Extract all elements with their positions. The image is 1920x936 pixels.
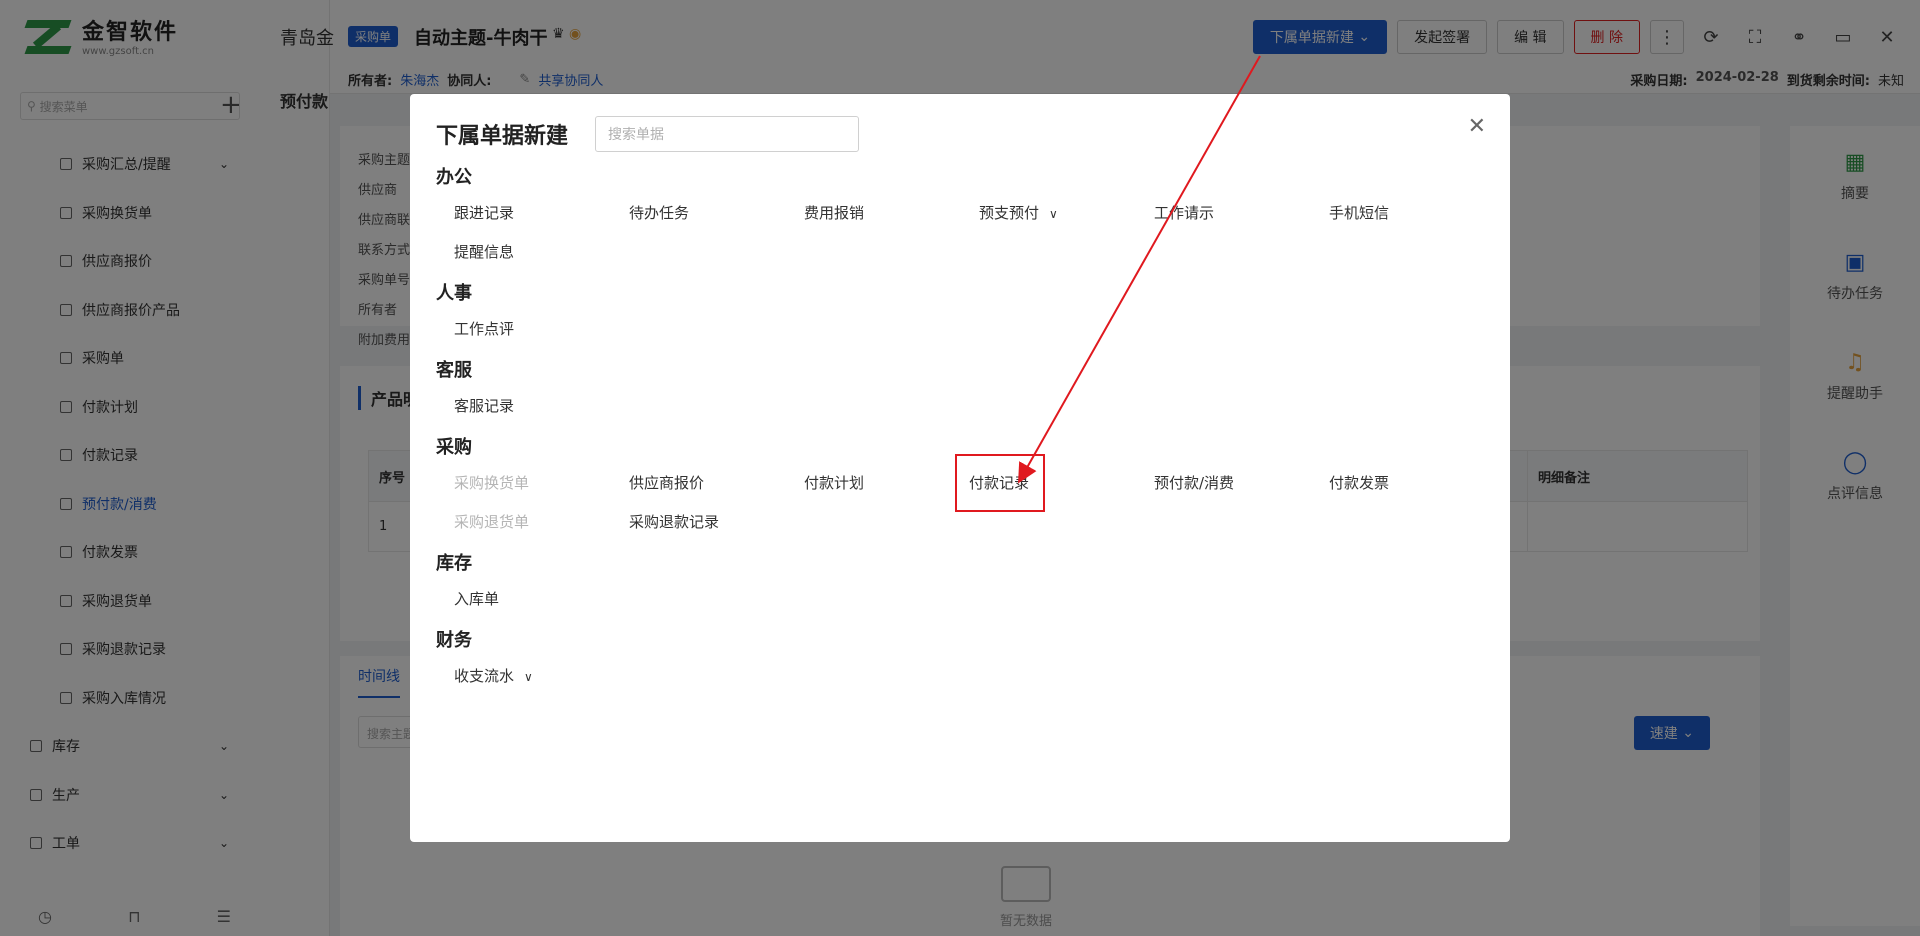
item-payment-plan[interactable]: 付款计划: [786, 464, 961, 503]
item-payment-invoice[interactable]: 付款发票: [1311, 464, 1486, 503]
item-expense[interactable]: 费用报销: [786, 194, 961, 233]
chevron-down-icon: ∨: [1049, 207, 1058, 221]
item-advance[interactable]: 预支预付 ∨: [961, 194, 1136, 233]
item-purchase-return: 采购退货单: [454, 513, 530, 531]
chevron-down-icon: ∨: [524, 670, 533, 684]
item-refund-record[interactable]: 采购退款记录: [611, 503, 786, 542]
item-cash-flow[interactable]: 收支流水 ∨: [436, 657, 611, 696]
section-office: 办公 跟进记录 待办任务 费用报销 预支预付 ∨ 工作请示 手机短信 提醒信息: [436, 162, 1486, 272]
item-work-review[interactable]: 工作点评: [436, 310, 611, 349]
section-hr: 人事 工作点评: [436, 278, 1486, 349]
item-stock-in[interactable]: 入库单: [436, 580, 611, 619]
item-sms[interactable]: 手机短信: [1311, 194, 1486, 233]
item-work-request[interactable]: 工作请示: [1136, 194, 1311, 233]
close-icon[interactable]: ✕: [1468, 114, 1486, 139]
item-prepaid-consume[interactable]: 预付款/消费: [1136, 464, 1311, 503]
item-follow-up[interactable]: 跟进记录: [436, 194, 611, 233]
item-payment-record[interactable]: 付款记录: [955, 454, 1045, 512]
section-inventory: 库存 入库单: [436, 548, 1486, 619]
item-service-record[interactable]: 客服记录: [436, 387, 611, 426]
section-purchase: 采购 采购换货单 供应商报价 付款计划 付款记录 预付款/消费 付款发票 采购退…: [436, 432, 1486, 542]
sub-doc-new-modal: 下属单据新建 ✕ 办公 跟进记录 待办任务 费用报销 预支预付∨ 工作请示 手机…: [410, 94, 1510, 842]
modal-title: 下属单据新建: [436, 124, 569, 149]
item-supplier-quote[interactable]: 供应商报价: [611, 464, 786, 503]
item-todo[interactable]: 待办任务: [611, 194, 786, 233]
modal-search-input[interactable]: [595, 116, 859, 152]
modal-body: 办公 跟进记录 待办任务 费用报销 预支预付 ∨ 工作请示 手机短信 提醒信息 人…: [436, 162, 1486, 702]
section-finance: 财务 收支流水 ∨: [436, 625, 1486, 696]
item-reminder[interactable]: 提醒信息: [436, 233, 611, 272]
section-service: 客服 客服记录: [436, 355, 1486, 426]
item-purchase-exchange: 采购换货单: [454, 474, 530, 492]
